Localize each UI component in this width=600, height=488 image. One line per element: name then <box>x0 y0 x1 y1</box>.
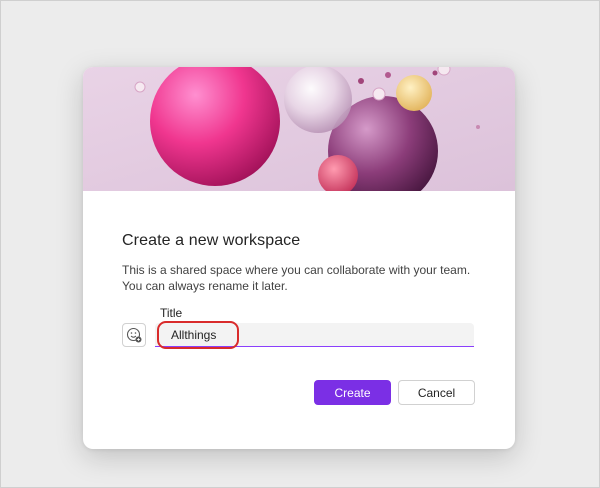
hero-image <box>83 67 515 191</box>
icon-picker-button[interactable] <box>122 323 146 347</box>
description-line-2: You can always rename it later. <box>122 279 288 293</box>
dialog-title: Create a new workspace <box>122 232 301 249</box>
create-button[interactable]: Create <box>314 380 391 405</box>
emoji-icon <box>126 327 142 343</box>
create-workspace-dialog: Create a new workspace This is a shared … <box>83 67 515 449</box>
title-input[interactable]: Allthings <box>155 323 474 347</box>
description-line-1: This is a shared space where you can col… <box>122 263 471 277</box>
title-input-value: Allthings <box>171 328 217 342</box>
title-field-label: Title <box>160 306 183 320</box>
dialog-description: This is a shared space where you can col… <box>122 262 482 294</box>
cancel-button[interactable]: Cancel <box>398 380 475 405</box>
